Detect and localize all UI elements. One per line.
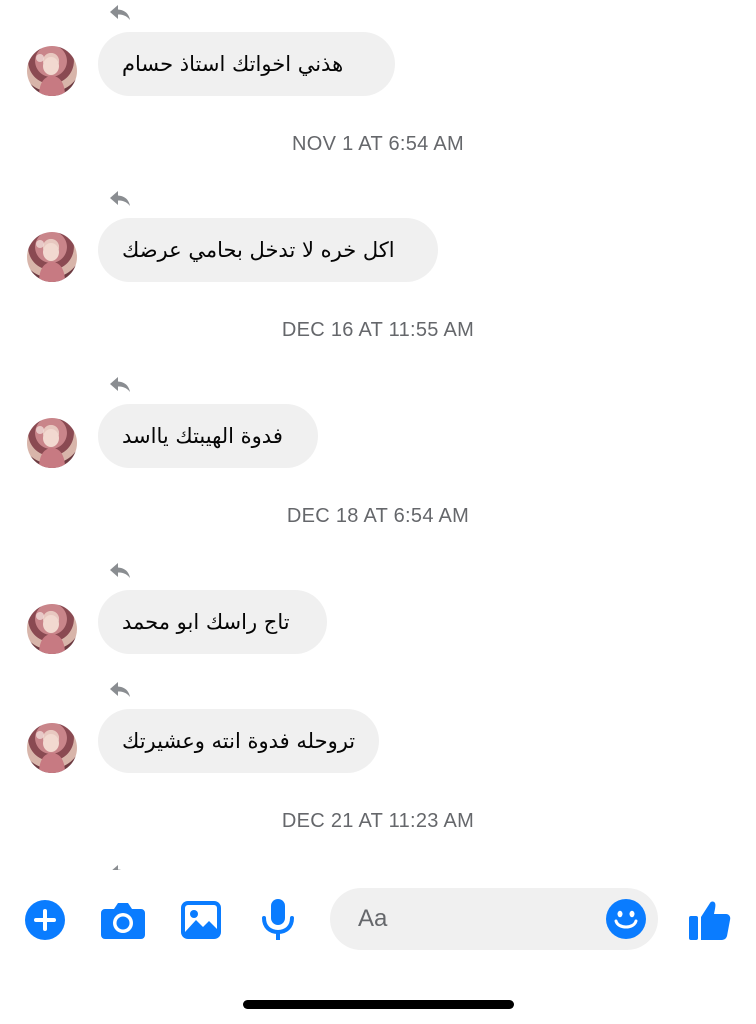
image-icon (181, 901, 221, 939)
timestamp: DEC 18 AT 6:54 AM (286, 505, 470, 527)
plus-circle-icon (24, 899, 66, 941)
avatar[interactable] (27, 723, 77, 773)
avatar[interactable] (27, 46, 77, 96)
message-bubble[interactable]: تروحله فدوة انته وعشيرتك (98, 709, 379, 773)
message-field[interactable] (330, 888, 658, 950)
message-bubble[interactable]: اكل خره لا تدخل بحامي عرضك (98, 218, 438, 282)
avatar[interactable] (27, 604, 77, 654)
voice-message-button[interactable] (256, 898, 300, 942)
home-indicator[interactable] (243, 1000, 514, 1009)
message-text: تاج راسك ابو محمد (122, 610, 290, 634)
camera-icon (101, 901, 145, 939)
emoji-icon[interactable] (606, 899, 646, 939)
message-bubble[interactable]: تاج راسك ابو محمد (98, 590, 327, 654)
thumbs-up-icon (689, 899, 731, 941)
avatar[interactable] (27, 418, 77, 468)
message-thread[interactable]: هذني اخواتك استاذ حسام NOV 1 AT 6:54 AM … (0, 0, 756, 870)
message-text: اكل خره لا تدخل بحامي عرضك (122, 238, 395, 262)
timestamp: NOV 1 AT 6:54 AM (292, 133, 464, 155)
message-text: تروحله فدوة انته وعشيرتك (122, 729, 356, 753)
message-text: فدوة الهيبتك يااسد (122, 424, 283, 448)
composer-bar (0, 880, 756, 960)
reply-icon (108, 374, 132, 394)
reply-icon (108, 862, 132, 870)
reply-icon (108, 679, 132, 699)
reply-icon (108, 2, 132, 22)
reply-icon (108, 560, 132, 580)
camera-button[interactable] (101, 898, 145, 942)
timestamp: DEC 16 AT 11:55 AM (281, 319, 475, 341)
message-text: هذني اخواتك استاذ حسام (122, 52, 344, 76)
message-bubble[interactable]: فدوة الهيبتك يااسد (98, 404, 318, 468)
reply-icon (108, 188, 132, 208)
more-actions-button[interactable] (23, 898, 67, 942)
timestamp: DEC 21 AT 11:23 AM (281, 810, 475, 832)
message-bubble[interactable]: هذني اخواتك استاذ حسام (98, 32, 395, 96)
like-button[interactable] (688, 898, 732, 942)
message-input[interactable] (358, 888, 598, 950)
microphone-icon (260, 899, 296, 941)
avatar[interactable] (27, 232, 77, 282)
photo-gallery-button[interactable] (179, 898, 223, 942)
